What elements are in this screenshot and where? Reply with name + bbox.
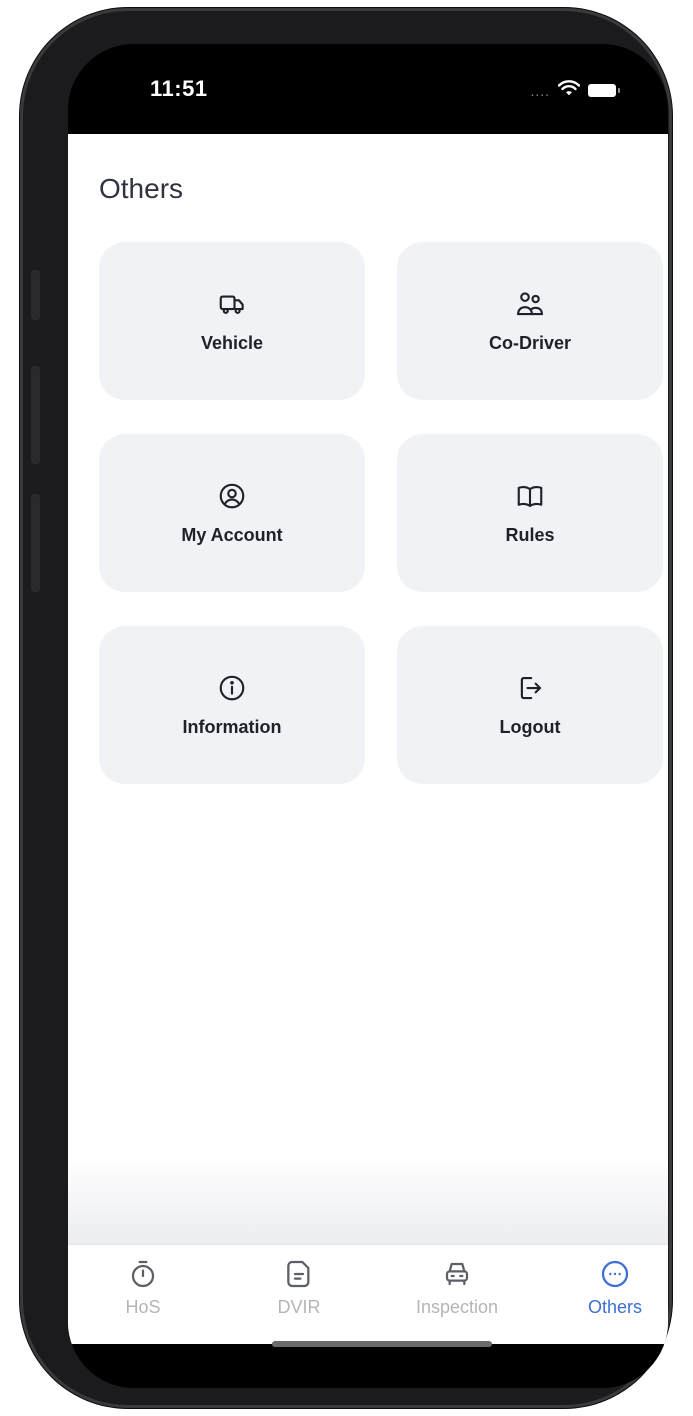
tab-label: Others [587,1297,643,1317]
truck-icon [217,289,247,319]
tab-label: HoS [125,1297,161,1317]
user-circle-icon [217,481,247,511]
tile-label: My Account [181,524,283,545]
book-icon [515,481,545,511]
wifi-icon [557,80,581,101]
document-icon [282,1257,316,1291]
home-indicator[interactable] [272,1341,492,1347]
battery-icon [588,84,620,97]
status-bar: 11:51 .... [68,44,668,134]
phone-frame: 11:51 .... Others Vehicle Co-Driver My A… [20,8,672,1408]
tile-label: Information [182,716,282,737]
info-icon [217,673,247,703]
bottom-bezel [68,1344,668,1388]
tab-dvir[interactable]: DVIR [234,1257,364,1337]
co-driver-tile[interactable]: Co-Driver [397,242,663,400]
tab-bar-shadow [68,1154,668,1244]
vehicle-tile[interactable]: Vehicle [99,242,365,400]
rules-tile[interactable]: Rules [397,434,663,592]
tile-label: Rules [505,524,555,545]
tab-bar: HoS DVIR Inspection Others [68,1244,668,1345]
signal-indicator: .... [530,82,550,99]
screen: 11:51 .... Others Vehicle Co-Driver My A… [68,44,668,1388]
users-icon [515,289,545,319]
more-circle-icon [598,1257,632,1291]
status-icons: .... [530,80,620,101]
tab-inspection[interactable]: Inspection [392,1257,522,1337]
logout-icon [515,673,545,703]
tab-label: Inspection [415,1297,499,1317]
tile-label: Co-Driver [488,332,572,353]
tile-label: Vehicle [200,332,264,353]
tab-label: DVIR [277,1297,321,1317]
car-icon [440,1257,474,1291]
logout-tile[interactable]: Logout [397,626,663,784]
mute-switch [31,270,40,320]
my-account-tile[interactable]: My Account [99,434,365,592]
status-time: 11:51 [150,76,208,101]
stopwatch-icon [126,1257,160,1291]
information-tile[interactable]: Information [99,626,365,784]
tab-hos[interactable]: HoS [78,1257,208,1337]
page-title: Others [99,173,184,204]
app-content: Others Vehicle Co-Driver My Account Rule… [68,134,668,1345]
volume-down-button [31,494,40,592]
tab-others[interactable]: Others [550,1257,668,1337]
tile-label: Logout [499,716,561,737]
volume-up-button [31,366,40,464]
